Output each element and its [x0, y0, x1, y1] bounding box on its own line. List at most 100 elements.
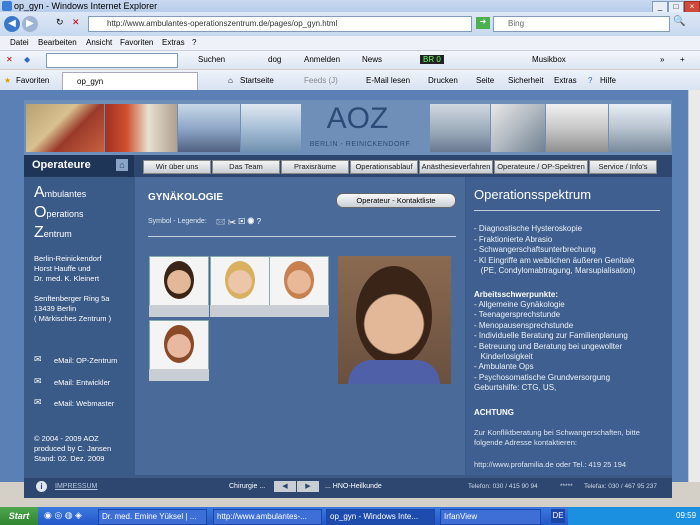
home-button[interactable]: Startseite — [240, 76, 274, 85]
doctor-1-icons[interactable] — [149, 305, 209, 317]
site-logo[interactable]: AOZ — [320, 102, 395, 136]
language-indicator[interactable]: DE — [551, 509, 565, 523]
nav-anaesthesieverfahren[interactable]: Anästhesieverfahren — [419, 160, 493, 174]
doctor-photo-3[interactable] — [269, 256, 329, 306]
nav-das-team[interactable]: Das Team — [212, 160, 280, 174]
forward-button[interactable]: ▶ — [22, 16, 38, 32]
next-page-label: ... HNO-Heilkunde — [325, 483, 382, 490]
profamilia-link[interactable]: http://www.profamilia.de oder Tel.: 419 … — [474, 460, 626, 469]
page-button[interactable]: Seite — [476, 76, 494, 85]
radio-display[interactable]: BR 0 — [420, 55, 444, 64]
feeds-button[interactable]: Feeds (J) — [304, 76, 338, 85]
vertical-scrollbar[interactable] — [688, 90, 700, 482]
page-heading: GYNÄKOLOGIE — [148, 192, 224, 203]
stop-icon[interactable]: ✕ — [72, 17, 80, 28]
toolbar-login-button[interactable]: Anmelden — [304, 55, 340, 64]
mail-icon: ✉ — [34, 376, 42, 386]
doctor-2-icons[interactable] — [210, 305, 270, 317]
favorites-star-icon: ★ — [4, 76, 12, 85]
email-webmaster-link[interactable]: eMail: Webmaster — [54, 399, 114, 408]
doctor-photo-1[interactable] — [149, 256, 209, 306]
task-ambulantes[interactable]: http://www.ambulantes-... — [213, 509, 322, 525]
divider — [148, 236, 456, 237]
window-title: op_gyn - Windows Internet Explorer — [14, 1, 158, 11]
search-input[interactable]: Bing — [493, 16, 670, 32]
nav-operationsablauf[interactable]: Operationsablauf — [350, 160, 418, 174]
prev-page-button[interactable]: ◀ — [274, 481, 296, 492]
address-block: Berlin-Reinickendorf Horst Hauffe und Dr… — [34, 254, 112, 323]
refresh-icon[interactable]: ↻ — [56, 17, 64, 28]
header-photo-7 — [546, 104, 608, 152]
close-toolbar-icon[interactable]: ✕ — [6, 55, 13, 64]
toolbar-musicbox-button[interactable]: Musikbox — [532, 55, 566, 64]
task-irfanview[interactable]: IrfanView — [440, 509, 541, 525]
email-op-zentrum-link[interactable]: eMail: OP-Zentrum — [54, 356, 117, 365]
mail-button[interactable]: E-Mail lesen — [366, 76, 410, 85]
focus-list: - Allgemeine Gynäkologie - Teenagersprec… — [474, 300, 628, 393]
legend-icon-2: ✂ — [227, 217, 237, 226]
spectrum-list: - Diagnostische Hysteroskopie - Fraktion… — [474, 224, 636, 275]
help-icon[interactable]: ? — [588, 76, 592, 85]
attention-note: Zur Konfliktberatung bei Schwangerschaft… — [474, 428, 640, 447]
help-button[interactable]: Hilfe — [600, 76, 616, 85]
doctor-3-icons[interactable] — [269, 305, 329, 317]
nav-service[interactable]: Service / Info's — [589, 160, 657, 174]
search-icon[interactable]: 🔍 — [673, 16, 687, 30]
doctor-photo-2[interactable] — [210, 256, 270, 306]
window-title-bar: op_gyn - Windows Internet Explorer _ □ × — [0, 0, 700, 13]
toolbar-search-input[interactable] — [46, 53, 178, 68]
task-dr-yueksel[interactable]: Dr. med. Emine Yüksel | ... — [98, 509, 207, 525]
back-button[interactable]: ◀ — [4, 16, 20, 32]
url-input[interactable]: http://www.ambulantes-operationszentrum.… — [88, 16, 472, 32]
favorites-button[interactable]: Favoriten — [16, 76, 49, 85]
legend-icons: 🖂 ✂ ▣ ◉ ? — [216, 216, 261, 230]
task-op-gyn[interactable]: op_gyn - Windows Inte... — [326, 509, 435, 525]
header-photo-1 — [26, 104, 104, 152]
go-button[interactable]: ➜ — [476, 17, 490, 29]
menu-bearbeiten[interactable]: Bearbeiten — [38, 38, 77, 47]
footer-fax: Telefax: 030 / 467 95 237 — [584, 483, 658, 490]
spectrum-heading: Operationsspektrum — [474, 187, 592, 202]
menu-favoriten[interactable]: Favoriten — [120, 38, 153, 47]
toolbar-dog-button[interactable]: dog — [268, 55, 281, 64]
menu-datei[interactable]: Datei — [10, 38, 29, 47]
toolbar-news-button[interactable]: News — [362, 55, 382, 64]
search-placeholder: Bing — [508, 19, 525, 28]
menu-help[interactable]: ? — [192, 38, 196, 47]
face — [284, 261, 314, 299]
toolbar-more-icon[interactable]: » — [660, 55, 664, 64]
legend-icon-4: ◉ — [247, 217, 255, 226]
menu-ansicht[interactable]: Ansicht — [86, 38, 112, 47]
doctor-4-icons[interactable] — [149, 369, 209, 381]
security-button[interactable]: Sicherheit — [508, 76, 544, 85]
mail-icon: ✉ — [34, 354, 42, 364]
start-button[interactable]: Start — [0, 507, 38, 525]
nav-wir-ueber-uns[interactable]: Wir über uns — [143, 160, 211, 174]
impressum-link[interactable]: IMPRESSUM — [55, 483, 97, 490]
site-logo-subtitle: BERLIN - REINICKENDORF — [309, 141, 411, 148]
quicklaunch-icons[interactable]: ◉ ◎ ◍ ◈ — [44, 510, 82, 521]
legend-icon-1: 🖂 — [216, 217, 226, 226]
extras-button[interactable]: Extras — [554, 76, 577, 85]
toolbar-search-button[interactable]: Suchen — [198, 55, 225, 64]
menu-extras[interactable]: Extras — [162, 38, 185, 47]
home-icon[interactable]: ⌂ — [228, 76, 233, 85]
section-header: Operateure ⌂ — [24, 155, 134, 177]
browser-tab[interactable]: op_gyn — [62, 72, 198, 90]
nav-operateure[interactable]: Operateure / OP-Spektren — [494, 160, 588, 174]
toolbar-add-icon[interactable]: + — [680, 55, 685, 64]
face — [164, 325, 194, 363]
legend-label: Symbol - Legende: — [148, 218, 207, 225]
header-photo-3 — [178, 104, 240, 152]
nav-praxisraeume[interactable]: Praxisräume — [281, 160, 349, 174]
home-nav-icon[interactable]: ⌂ — [116, 159, 128, 171]
contact-list-button[interactable]: Operateur - Kontaktliste — [336, 193, 456, 208]
brand-operations: Operations — [34, 204, 84, 221]
email-entwickler-link[interactable]: eMail: Entwickler — [54, 378, 110, 387]
next-page-button[interactable]: ▶ — [297, 481, 319, 492]
attention-label: ACHTUNG — [474, 408, 514, 417]
url-text: http://www.ambulantes-operationszentrum.… — [107, 19, 338, 28]
clock: 09:59 — [676, 511, 697, 520]
print-button[interactable]: Drucken — [428, 76, 458, 85]
doctor-photo-4[interactable] — [149, 320, 209, 370]
